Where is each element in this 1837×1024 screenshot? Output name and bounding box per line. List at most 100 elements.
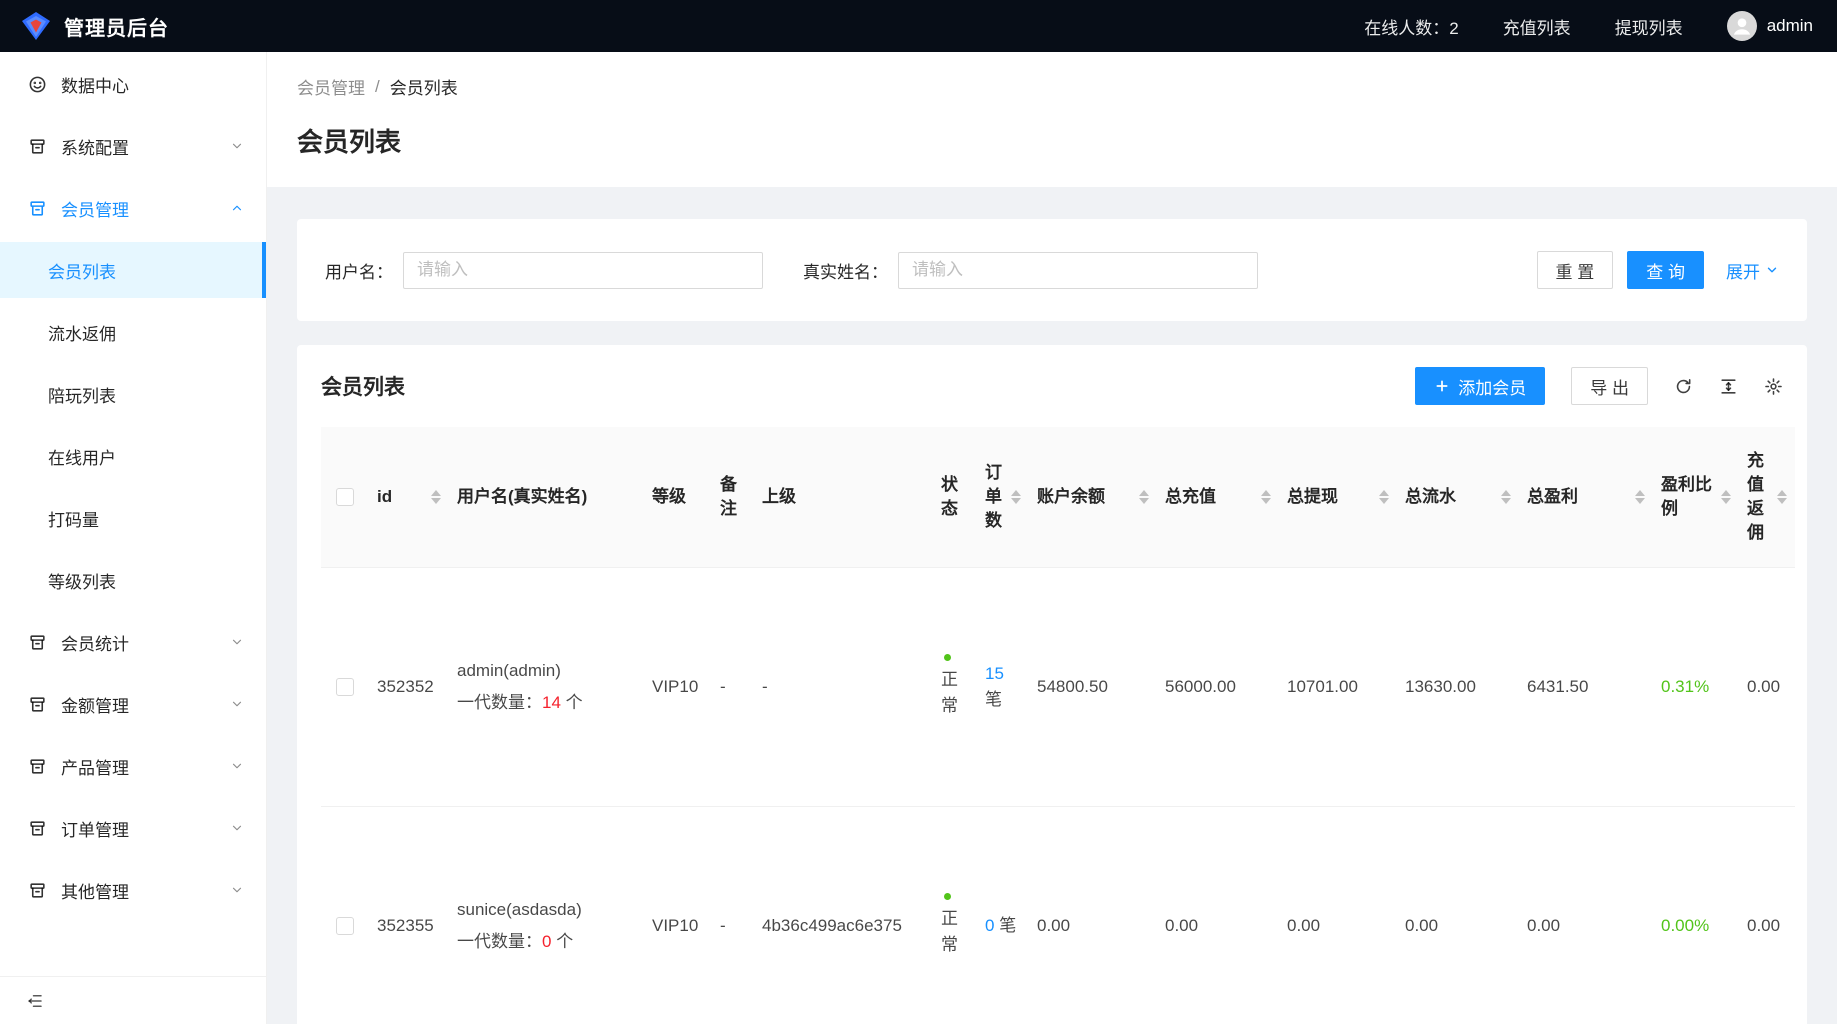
sidebar-item-coding-volume[interactable]: 打码量: [0, 490, 266, 546]
cell-generation-count: 一代数量：0 个: [457, 929, 636, 955]
chevron-down-icon: [230, 697, 244, 711]
col-header-profit-ratio[interactable]: 盈利比例: [1653, 427, 1739, 567]
filter-card: 用户名： 真实姓名： 重 置 查 询 展开: [297, 219, 1807, 321]
sidebar-collapse-button[interactable]: [0, 976, 266, 1024]
cell-balance: 54800.50: [1029, 567, 1157, 806]
breadcrumb-separator: /: [375, 77, 380, 97]
cell-username: admin(admin) 一代数量：14 个: [449, 567, 644, 806]
sidebar-item-flow-rebate[interactable]: 流水返佣: [0, 304, 266, 360]
chevron-down-icon: [230, 883, 244, 897]
user-menu[interactable]: admin: [1727, 11, 1813, 41]
realname-input[interactable]: [898, 252, 1258, 289]
col-header-level: 等级: [644, 427, 712, 567]
cell-username: sunice(asdasda) 一代数量：0 个: [449, 806, 644, 1024]
row-checkbox[interactable]: [336, 678, 354, 696]
system-config-icon: [28, 137, 47, 156]
sidebar-item-amount-management[interactable]: 金额管理: [0, 676, 266, 732]
cell-id: 352355: [369, 806, 449, 1024]
realname-filter-label: 真实姓名：: [803, 258, 888, 283]
username-input[interactable]: [403, 252, 763, 289]
col-header-select: [321, 427, 369, 567]
cell-total-flow: 13630.00: [1397, 567, 1519, 806]
reset-button[interactable]: 重 置: [1537, 251, 1614, 289]
member-stats-icon: [28, 633, 47, 652]
member-table: id 用户名(真实姓名) 等级 备注 上级 状态 订单数 账: [321, 427, 1795, 1024]
sorter-icon[interactable]: [1721, 490, 1731, 504]
table-header-row: id 用户名(真实姓名) 等级 备注 上级 状态 订单数 账: [321, 427, 1795, 567]
sidebar-item-order-management[interactable]: 订单管理: [0, 800, 266, 856]
col-header-total-recharge[interactable]: 总充值: [1157, 427, 1279, 567]
expand-toggle[interactable]: 展开: [1726, 258, 1779, 283]
settings-gear-icon[interactable]: [1764, 377, 1783, 396]
select-all-checkbox[interactable]: [336, 488, 354, 506]
topnav: 在线人数：2 充值列表 提现列表 admin: [1364, 11, 1813, 41]
realname-filter: 真实姓名：: [803, 252, 1258, 289]
cell-profit-ratio: 0.00%: [1653, 806, 1739, 1024]
reload-icon[interactable]: [1674, 377, 1693, 396]
cell-balance: 0.00: [1029, 806, 1157, 1024]
sidebar-item-member-management[interactable]: 会员管理: [0, 180, 266, 236]
sidebar-item-online-users[interactable]: 在线用户: [0, 428, 266, 484]
add-member-button[interactable]: 添加会员: [1415, 367, 1545, 405]
cell-total-withdraw: 10701.00: [1279, 567, 1397, 806]
breadcrumb-member-management[interactable]: 会员管理: [297, 74, 365, 99]
page-header: 会员管理 / 会员列表 会员列表: [267, 52, 1837, 187]
cell-total-flow: 0.00: [1397, 806, 1519, 1024]
col-header-recharge-rebate[interactable]: 充值返佣: [1739, 427, 1795, 567]
filter-actions: 重 置 查 询 展开: [1537, 251, 1779, 289]
sorter-icon[interactable]: [431, 490, 441, 504]
sidebar-item-companion-list[interactable]: 陪玩列表: [0, 366, 266, 422]
topnav-withdraw-list[interactable]: 提现列表: [1615, 14, 1683, 39]
col-header-orders[interactable]: 订单数: [977, 427, 1029, 567]
cell-parent: 4b36c499ac6e375: [754, 806, 933, 1024]
col-header-total-withdraw[interactable]: 总提现: [1279, 427, 1397, 567]
cell-generation-count: 一代数量：14 个: [457, 690, 636, 716]
sorter-icon[interactable]: [1011, 490, 1021, 504]
sidebar-item-member-list[interactable]: 会员列表: [0, 242, 266, 298]
export-button[interactable]: 导 出: [1571, 367, 1648, 405]
table-row: 352355 sunice(asdasda) 一代数量：0 个 VIP10 - …: [321, 806, 1795, 1024]
online-count: 在线人数：2: [1364, 14, 1458, 39]
table-toolbar: 会员列表 添加会员 导 出: [321, 345, 1783, 427]
cell-remark: -: [712, 806, 754, 1024]
col-header-parent: 上级: [754, 427, 933, 567]
sorter-icon[interactable]: [1635, 490, 1645, 504]
topnav-recharge-list[interactable]: 充值列表: [1503, 14, 1571, 39]
sorter-icon[interactable]: [1139, 490, 1149, 504]
orders-count-link[interactable]: 0: [985, 916, 994, 935]
sidebar-item-member-stats[interactable]: 会员统计: [0, 614, 266, 670]
search-button[interactable]: 查 询: [1627, 251, 1704, 289]
cell-level: VIP10: [644, 806, 712, 1024]
sorter-icon[interactable]: [1501, 490, 1511, 504]
orders-count-link[interactable]: 15: [985, 664, 1004, 683]
data-center-icon: [28, 75, 47, 94]
col-header-total-flow[interactable]: 总流水: [1397, 427, 1519, 567]
cell-total-profit: 0.00: [1519, 806, 1653, 1024]
chevron-down-icon: [230, 821, 244, 835]
col-header-username: 用户名(真实姓名): [449, 427, 644, 567]
cell-total-profit: 6431.50: [1519, 567, 1653, 806]
density-icon[interactable]: [1719, 377, 1738, 396]
cell-total-recharge: 56000.00: [1157, 567, 1279, 806]
sorter-icon[interactable]: [1777, 490, 1787, 504]
row-checkbox[interactable]: [336, 917, 354, 935]
username-label: admin: [1767, 16, 1813, 36]
sidebar-item-other-management[interactable]: 其他管理: [0, 862, 266, 918]
chevron-down-icon: [1765, 263, 1779, 277]
col-header-total-profit[interactable]: 总盈利: [1519, 427, 1653, 567]
sidebar-item-system-config[interactable]: 系统配置: [0, 118, 266, 174]
col-header-id[interactable]: id: [369, 427, 449, 567]
cell-status: 正常: [933, 567, 977, 806]
cell-total-recharge: 0.00: [1157, 806, 1279, 1024]
status-dot: [944, 893, 951, 900]
username-filter-label: 用户名：: [325, 258, 393, 283]
sorter-icon[interactable]: [1261, 490, 1271, 504]
sidebar-item-level-list[interactable]: 等级列表: [0, 552, 266, 608]
col-header-balance[interactable]: 账户余额: [1029, 427, 1157, 567]
cell-orders: 0 笔: [977, 806, 1029, 1024]
amount-management-icon: [28, 695, 47, 714]
sidebar-item-product-management[interactable]: 产品管理: [0, 738, 266, 794]
cell-total-withdraw: 0.00: [1279, 806, 1397, 1024]
sidebar-item-data-center[interactable]: 数据中心: [0, 56, 266, 112]
sorter-icon[interactable]: [1379, 490, 1389, 504]
